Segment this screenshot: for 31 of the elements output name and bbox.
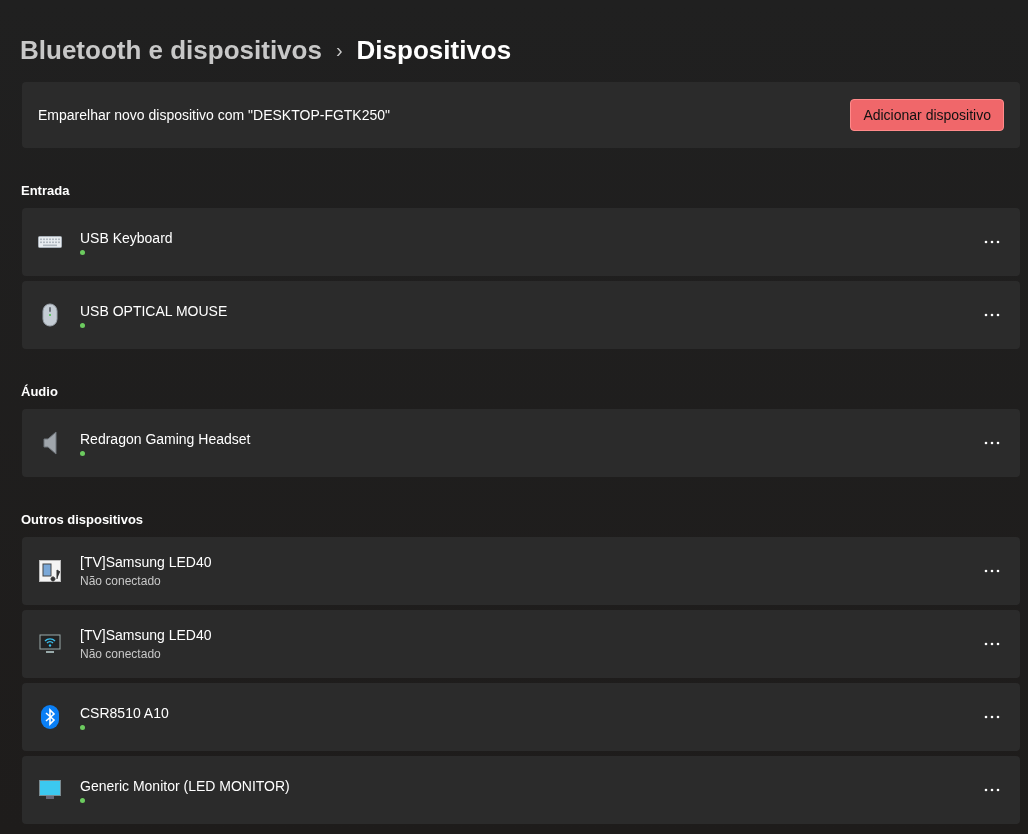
section-heading: Entrada (21, 183, 71, 198)
breadcrumb-parent[interactable]: Bluetooth e dispositivos (20, 34, 322, 66)
device-row[interactable]: CSR8510 A10 (22, 683, 1020, 751)
device-row[interactable]: Generic Monitor (LED MONITOR) (22, 756, 1020, 824)
pair-text: Emparelhar novo dispositivo com "DESKTOP-FGTK250" (38, 107, 391, 123)
mouse-icon (42, 303, 58, 327)
device-name: Generic Monitor (LED MONITOR) (80, 777, 291, 794)
device-row[interactable]: USB Keyboard (22, 208, 1020, 276)
device-name: [TV]Samsung LED40 (80, 627, 213, 643)
device-row[interactable]: Redragon Gaming Headset (22, 409, 1020, 477)
device-name: [TV]Samsung LED40 (80, 554, 213, 570)
device-name: Redragon Gaming Headset (80, 430, 252, 447)
device-name: USB Keyboard (80, 229, 174, 246)
bluetooth-icon (41, 705, 59, 729)
device-name: CSR8510 A10 (80, 704, 170, 721)
device-row[interactable]: [TV]Samsung LED40 Não conectado (22, 537, 1020, 605)
page-title: Dispositivos (356, 34, 512, 66)
wireless-display-icon (39, 634, 61, 654)
keyboard-icon (38, 236, 62, 248)
breadcrumb-separator: › (335, 38, 343, 62)
section-heading: Áudio (21, 384, 59, 399)
device-row[interactable]: USB OPTICAL MOUSE (22, 281, 1020, 349)
speaker-icon (43, 431, 57, 455)
section-heading: Outros dispositivos (21, 512, 145, 527)
device-name: USB OPTICAL MOUSE (80, 302, 229, 319)
monitor-icon (39, 780, 61, 800)
media-file-icon (39, 560, 61, 582)
add-device-button[interactable]: Adicionar dispositivo (850, 99, 1004, 131)
device-row[interactable]: [TV]Samsung LED40 Não conectado (22, 610, 1020, 678)
device-status: Não conectado (80, 647, 162, 661)
device-status: Não conectado (80, 574, 162, 588)
